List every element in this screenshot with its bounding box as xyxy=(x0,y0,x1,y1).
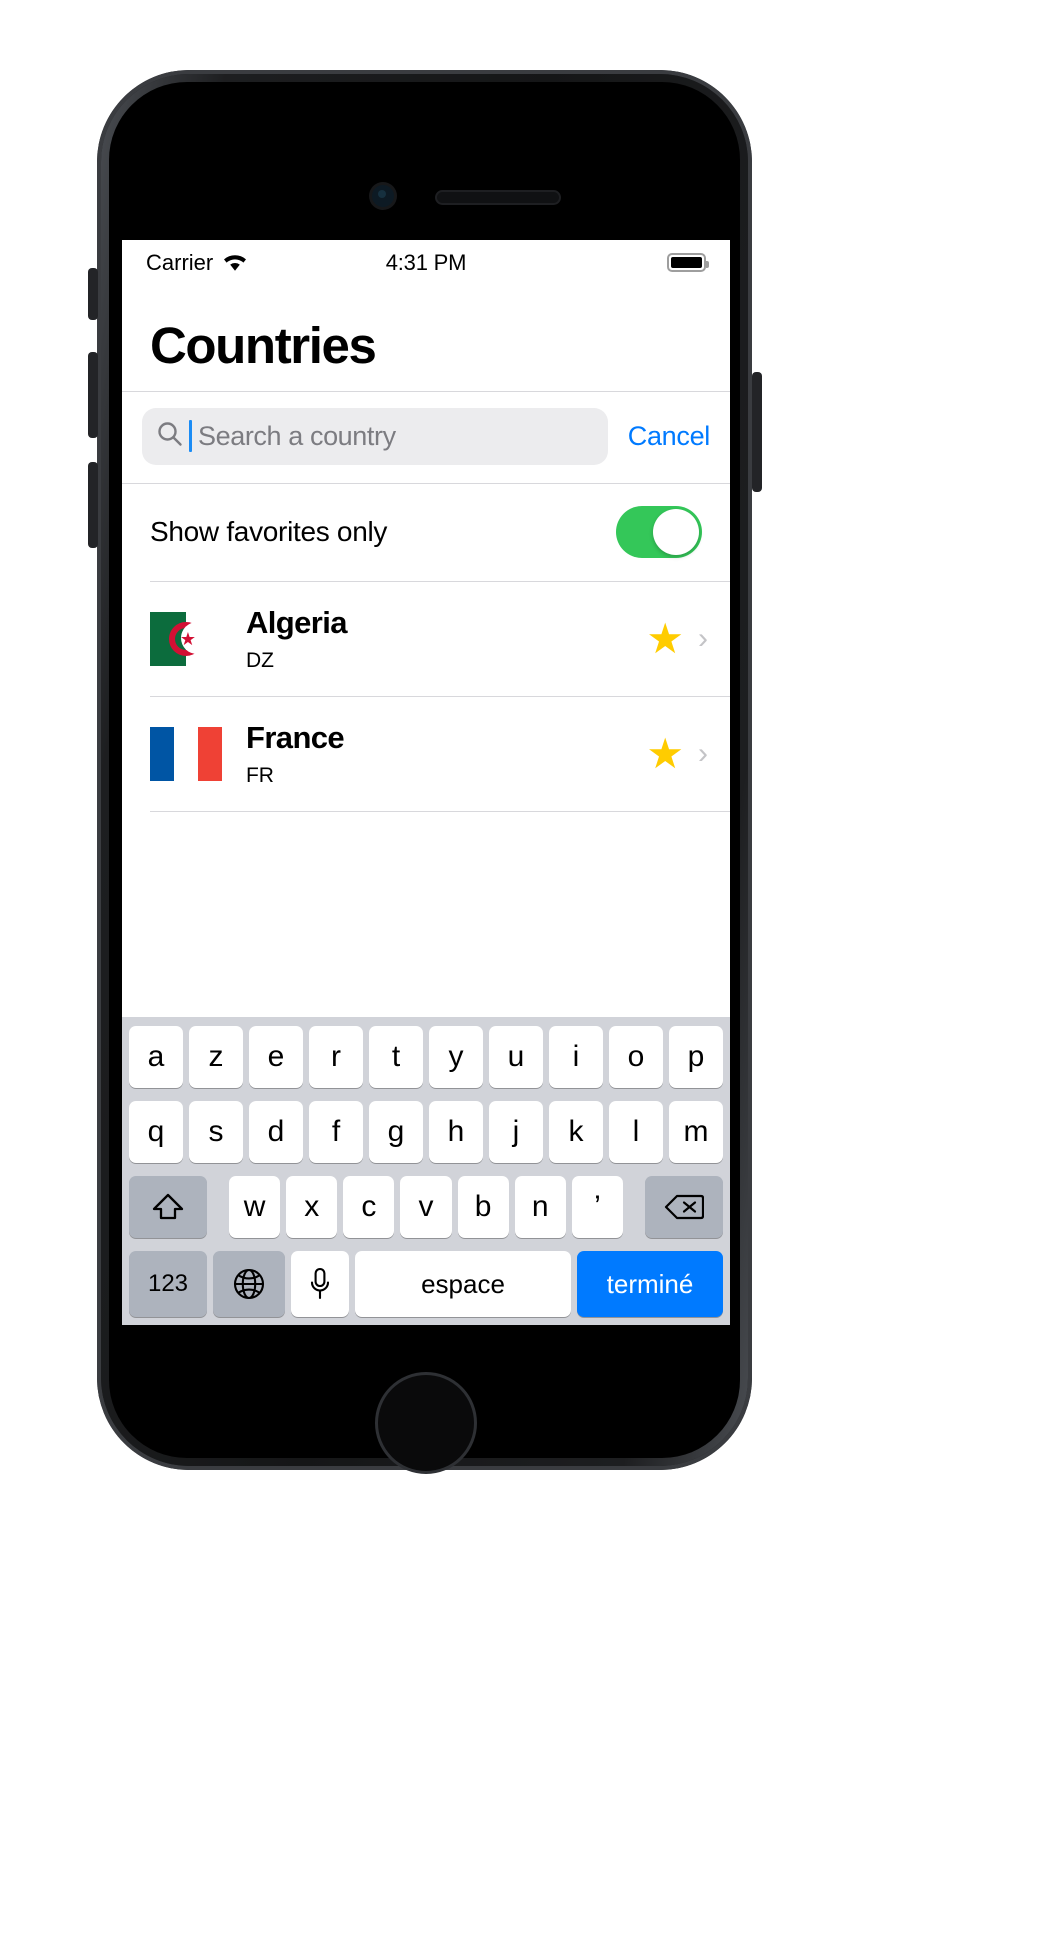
key-t[interactable]: t xyxy=(369,1026,423,1088)
key-y[interactable]: y xyxy=(429,1026,483,1088)
keyboard-row-1: a z e r t y u i o p xyxy=(126,1026,726,1088)
key-q[interactable]: q xyxy=(129,1101,183,1163)
key-z[interactable]: z xyxy=(189,1026,243,1088)
key-apostrophe[interactable]: ’ xyxy=(571,1176,623,1238)
status-bar-right xyxy=(667,253,709,272)
key-p[interactable]: p xyxy=(669,1026,723,1088)
key-l[interactable]: l xyxy=(609,1101,663,1163)
globe-language-icon[interactable] xyxy=(213,1251,285,1317)
star-filled-icon[interactable]: ★ xyxy=(646,732,684,775)
key-r[interactable]: r xyxy=(309,1026,363,1088)
silent-switch-button[interactable] xyxy=(88,268,98,320)
device-screen: Carrier 4:31 PM Countries Search a count… xyxy=(122,240,730,1325)
shift-up-arrow-icon[interactable] xyxy=(129,1176,207,1238)
battery-icon xyxy=(667,253,709,272)
country-code: DZ xyxy=(246,648,274,672)
status-bar-clock: 4:31 PM xyxy=(385,249,467,275)
divider xyxy=(150,810,730,812)
keyboard-row-2: q s d f g h j k l m xyxy=(126,1101,726,1163)
text-cursor xyxy=(189,420,192,453)
cancel-button[interactable]: Cancel xyxy=(622,421,711,452)
key-g[interactable]: g xyxy=(369,1101,423,1163)
key-n[interactable]: n xyxy=(514,1176,566,1238)
keyboard-spacer xyxy=(629,1176,639,1238)
keyboard-row-4: 123 espace terminé xyxy=(126,1251,726,1317)
star-shape: ★ xyxy=(179,628,197,649)
key-m[interactable]: m xyxy=(669,1101,723,1163)
software-keyboard: a z e r t y u i o p q s d f g h j k l m … xyxy=(122,1017,730,1325)
key-b[interactable]: b xyxy=(457,1176,509,1238)
status-bar: Carrier 4:31 PM xyxy=(122,240,730,285)
key-s[interactable]: s xyxy=(189,1101,243,1163)
volume-down-button[interactable] xyxy=(88,462,98,548)
space-key[interactable]: espace xyxy=(355,1251,571,1317)
search-placeholder: Search a country xyxy=(198,420,396,451)
screenshot-stage: Carrier 4:31 PM Countries Search a count… xyxy=(0,0,1050,1934)
show-favorites-only-toggle[interactable] xyxy=(616,506,702,559)
numbers-key[interactable]: 123 xyxy=(129,1251,207,1317)
key-w[interactable]: w xyxy=(229,1176,281,1238)
key-f[interactable]: f xyxy=(309,1101,363,1163)
show-favorites-only-row[interactable]: Show favorites only xyxy=(122,484,730,581)
key-d[interactable]: d xyxy=(249,1101,303,1163)
key-e[interactable]: e xyxy=(249,1026,303,1088)
country-text: Algeria DZ xyxy=(246,605,646,673)
search-input[interactable]: Search a country xyxy=(142,407,608,465)
star-filled-icon[interactable]: ★ xyxy=(646,617,684,660)
key-u[interactable]: u xyxy=(489,1026,543,1088)
country-text: France FR xyxy=(246,720,646,788)
microphone-icon[interactable] xyxy=(291,1251,349,1317)
power-button[interactable] xyxy=(752,372,762,492)
keyboard-row-3: w x c v b n ’ xyxy=(126,1176,726,1238)
country-name: Algeria xyxy=(246,604,348,640)
key-a[interactable]: a xyxy=(129,1026,183,1088)
country-code: FR xyxy=(246,763,274,787)
key-k[interactable]: k xyxy=(549,1101,603,1163)
chevron-right-icon: › xyxy=(698,736,708,770)
search-bar-row: Search a country Cancel xyxy=(122,390,730,483)
list-item[interactable]: France FR ★ › xyxy=(122,697,730,811)
navigation-bar-large: Countries xyxy=(122,285,730,391)
key-x[interactable]: x xyxy=(286,1176,338,1238)
chevron-right-icon: › xyxy=(698,621,708,655)
home-button[interactable] xyxy=(375,1372,477,1474)
keyboard-spacer xyxy=(213,1176,223,1238)
key-v[interactable]: v xyxy=(400,1176,452,1238)
key-j[interactable]: j xyxy=(489,1101,543,1163)
flag-france-icon xyxy=(150,726,222,781)
toggle-knob xyxy=(653,509,699,556)
earpiece-speaker xyxy=(437,192,559,203)
front-camera-icon xyxy=(372,185,394,207)
key-o[interactable]: o xyxy=(609,1026,663,1088)
done-key[interactable]: terminé xyxy=(577,1251,723,1317)
battery-fill xyxy=(671,257,702,268)
page-title: Countries xyxy=(150,317,377,374)
key-c[interactable]: c xyxy=(343,1176,395,1238)
search-icon xyxy=(156,420,183,452)
backspace-delete-icon[interactable] xyxy=(644,1176,723,1238)
key-i[interactable]: i xyxy=(549,1026,603,1088)
key-h[interactable]: h xyxy=(429,1101,483,1163)
list-item[interactable]: ★ Algeria DZ ★ › xyxy=(122,582,730,696)
country-name: France xyxy=(246,719,345,755)
show-favorites-only-label: Show favorites only xyxy=(150,516,388,548)
flag-algeria-icon: ★ xyxy=(150,611,222,666)
volume-up-button[interactable] xyxy=(88,352,98,438)
